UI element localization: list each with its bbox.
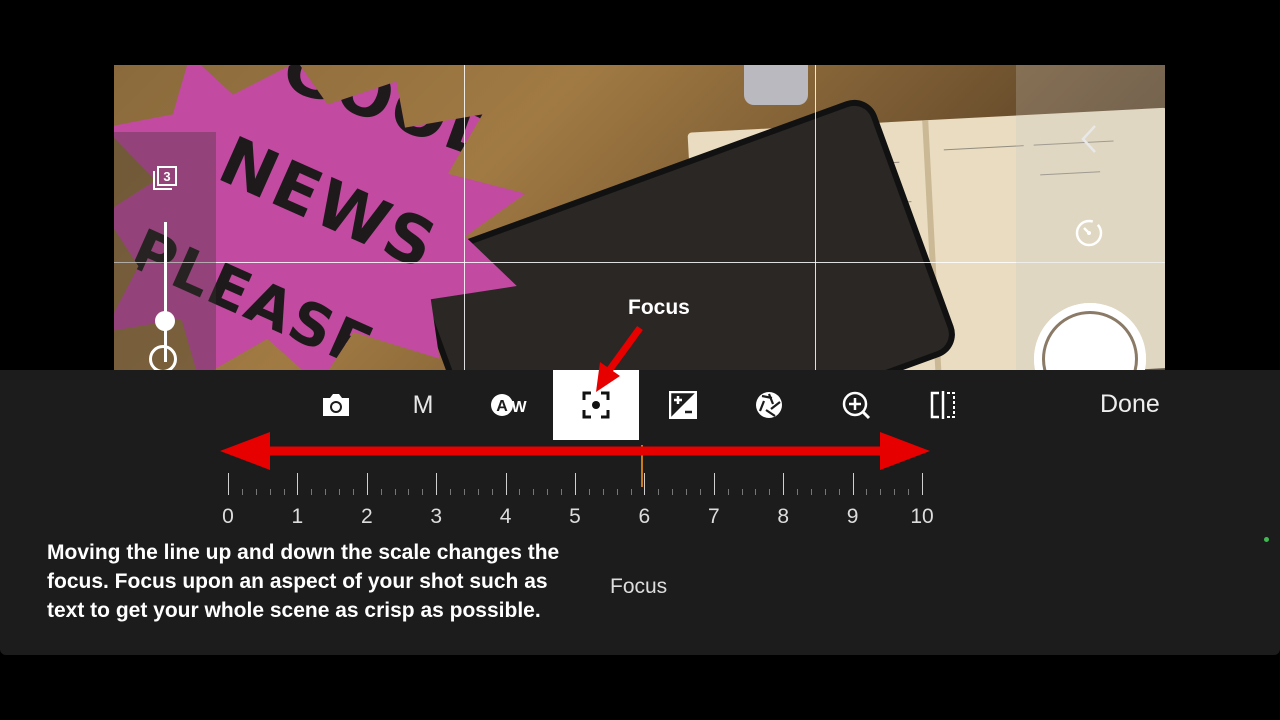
status-dot: [1264, 537, 1269, 542]
focus-callout-arrow: [596, 325, 643, 392]
tutorial-caption: Moving the line up and down the scale ch…: [47, 541, 560, 622]
double-arrow-annotation: [220, 432, 930, 470]
focus-callout-label: Focus: [628, 296, 690, 319]
